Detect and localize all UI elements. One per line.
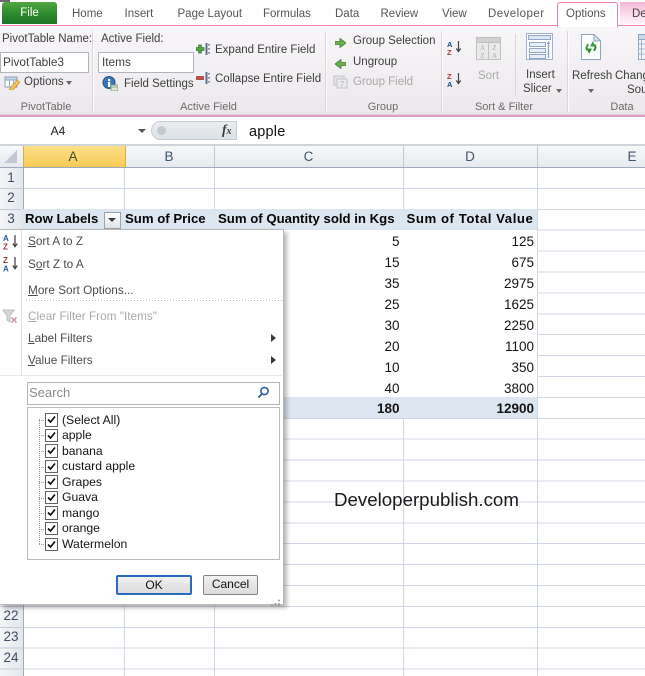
svg-text:Z: Z [3, 243, 8, 251]
svg-text:A: A [447, 80, 453, 87]
svg-text:A: A [492, 52, 497, 60]
svg-text:Z: Z [492, 44, 496, 52]
svg-text:A: A [3, 264, 9, 272]
svg-text:Z: Z [447, 48, 452, 55]
svg-text:Z: Z [480, 52, 484, 60]
svg-text:7: 7 [340, 80, 345, 89]
svg-text:A: A [480, 44, 485, 52]
